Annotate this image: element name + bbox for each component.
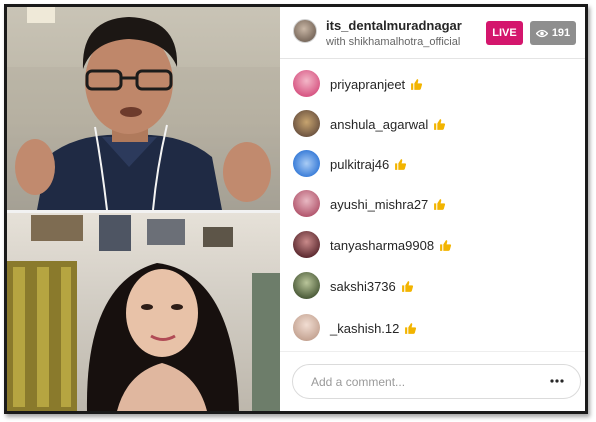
- comment-item[interactable]: ayushi_mishra27: [280, 184, 585, 224]
- avatar[interactable]: [293, 70, 320, 97]
- eye-icon: [535, 29, 548, 37]
- comment-username[interactable]: sakshi3736: [330, 279, 414, 294]
- avatar[interactable]: [293, 190, 320, 217]
- guest-video-image: [7, 215, 280, 411]
- avatar[interactable]: [293, 314, 320, 341]
- more-options-button[interactable]: [543, 372, 571, 392]
- guest-camera-feed[interactable]: [7, 213, 280, 411]
- comment-item[interactable]: tanyasharma9908: [280, 225, 585, 265]
- live-video-area[interactable]: [7, 7, 280, 411]
- thumbs-up-icon: [434, 119, 446, 130]
- avatar[interactable]: [293, 150, 320, 177]
- comments-divider: [280, 351, 585, 352]
- comment-bar[interactable]: [292, 364, 581, 399]
- comment-username[interactable]: ayushi_mishra27: [330, 197, 446, 212]
- live-comments-panel: its_dentalmuradnagar with shikhamalhotra…: [280, 7, 585, 411]
- comment-username[interactable]: pulkitraj46: [330, 157, 407, 172]
- thumbs-up-icon: [434, 199, 446, 210]
- live-stream-window: its_dentalmuradnagar with shikhamalhotra…: [4, 4, 588, 414]
- host-video-image: [7, 7, 280, 210]
- comment-item[interactable]: _kashish.12: [280, 308, 585, 348]
- avatar[interactable]: [293, 272, 320, 299]
- thumbs-up-icon: [405, 323, 417, 334]
- host-username[interactable]: its_dentalmuradnagar: [326, 18, 462, 33]
- thumbs-up-icon: [440, 240, 452, 251]
- comment-input[interactable]: [311, 373, 531, 391]
- comment-item[interactable]: priyapranjeet: [280, 64, 585, 104]
- thumbs-up-icon: [411, 79, 423, 90]
- viewer-count: 191: [551, 27, 571, 39]
- comment-username[interactable]: anshula_agarwal: [330, 117, 446, 132]
- comment-username[interactable]: _kashish.12: [330, 321, 417, 336]
- live-badge: LIVE: [486, 21, 523, 45]
- thumbs-up-icon: [401, 281, 413, 292]
- live-header: its_dentalmuradnagar with shikhamalhotra…: [280, 7, 585, 59]
- more-options-icon: [550, 379, 564, 383]
- host-avatar[interactable]: [293, 19, 317, 43]
- thumbs-up-icon: [395, 159, 407, 170]
- comment-item[interactable]: pulkitraj46: [280, 144, 585, 184]
- comment-item[interactable]: anshula_agarwal: [280, 104, 585, 144]
- comment-username[interactable]: priyapranjeet: [330, 77, 423, 92]
- host-camera-feed[interactable]: [7, 7, 280, 210]
- avatar[interactable]: [293, 231, 320, 258]
- comment-username[interactable]: tanyasharma9908: [330, 238, 452, 253]
- avatar[interactable]: [293, 110, 320, 137]
- viewer-count-badge[interactable]: 191: [530, 21, 576, 45]
- comment-item[interactable]: sakshi3736: [280, 266, 585, 306]
- guest-subtitle[interactable]: with shikhamalhotra_official: [326, 36, 460, 48]
